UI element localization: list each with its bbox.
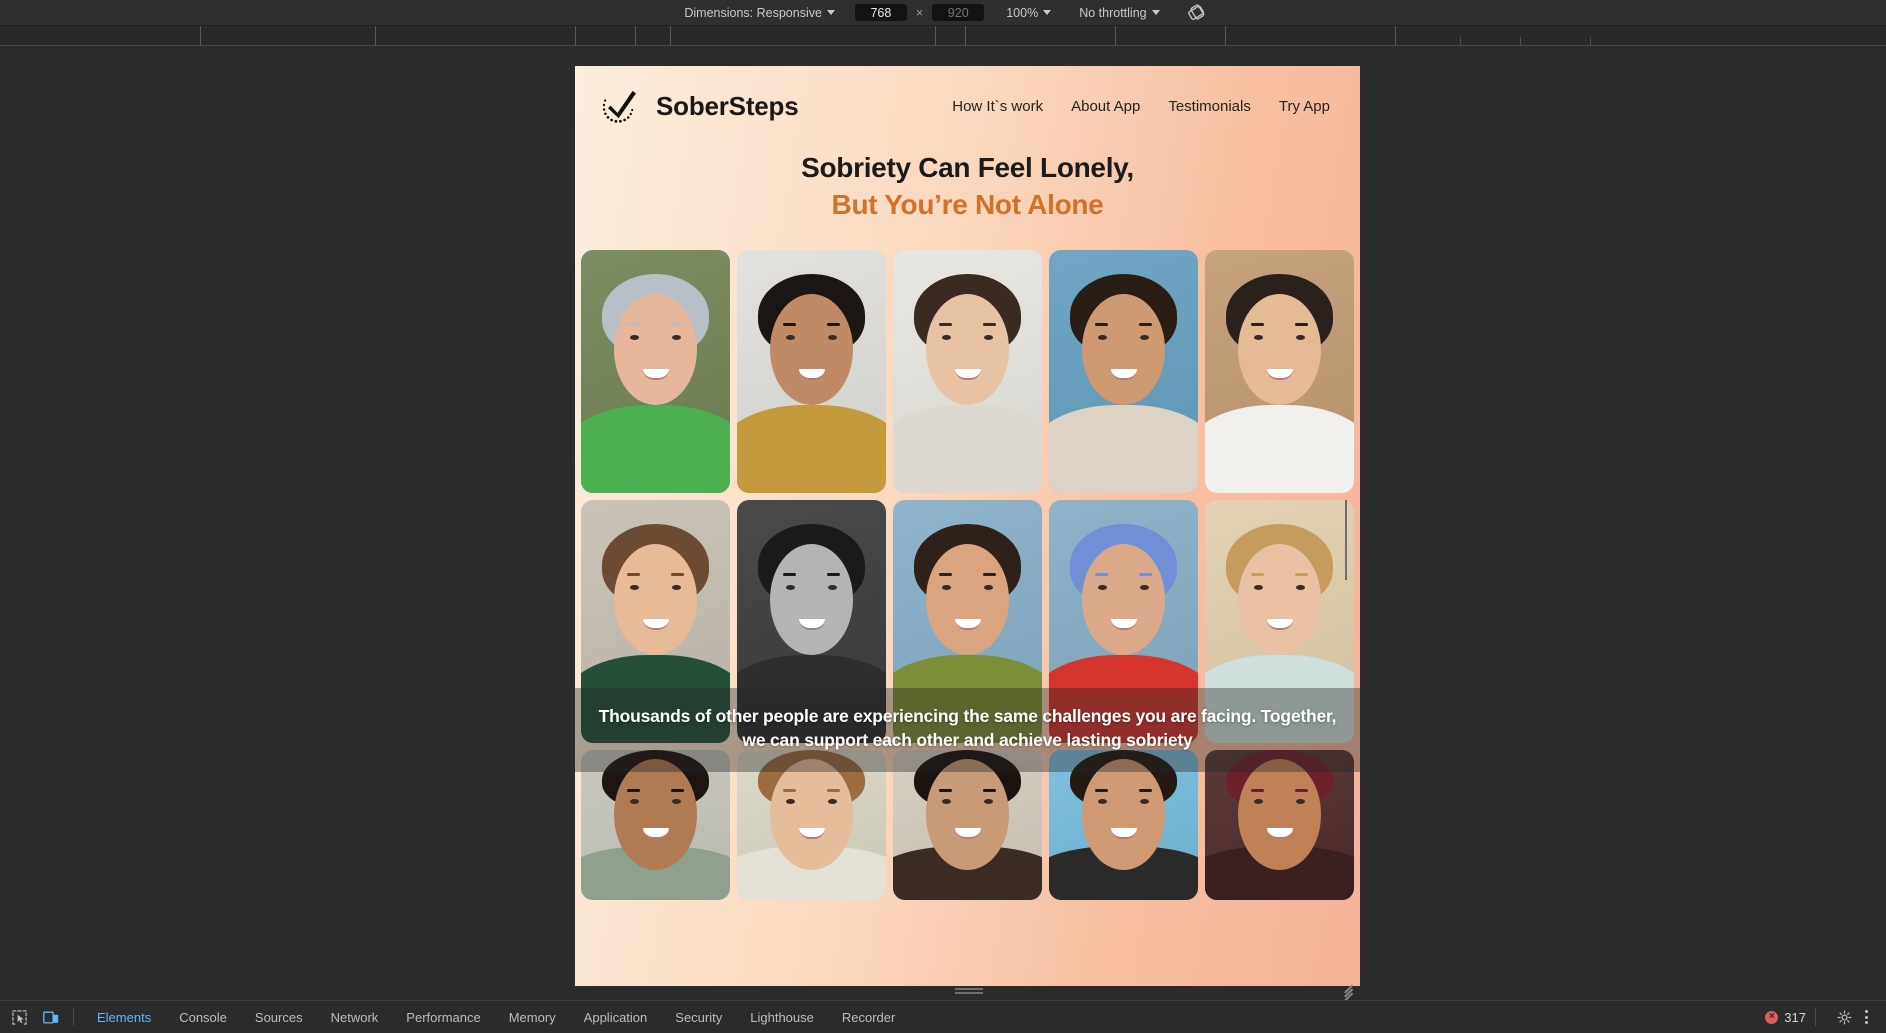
zoom-select[interactable]: 100% xyxy=(1000,4,1057,22)
gallery-photo xyxy=(581,249,730,493)
overlay-paragraph: Thousands of other people are experienci… xyxy=(598,705,1337,751)
error-count-label: 317 xyxy=(1784,1009,1806,1025)
device-toolbar-toggle-icon[interactable] xyxy=(38,1006,64,1028)
panel-tab-recorder[interactable]: Recorder xyxy=(828,1010,909,1025)
panel-tab-application[interactable]: Application xyxy=(570,1010,662,1025)
nav-link-about-app[interactable]: About App xyxy=(1071,98,1140,115)
panel-tab-network[interactable]: Network xyxy=(317,1010,393,1025)
chevron-down-icon xyxy=(826,10,835,15)
gallery-photo xyxy=(1205,249,1354,493)
panel-tab-memory[interactable]: Memory xyxy=(495,1010,570,1025)
kebab-menu-icon[interactable] xyxy=(1857,1006,1876,1028)
toolbar-divider xyxy=(73,1008,74,1026)
portrait-image xyxy=(893,249,1042,493)
portrait-image xyxy=(893,749,1042,900)
panel-tab-elements[interactable]: Elements xyxy=(83,1010,165,1025)
dimension-separator: × xyxy=(915,5,924,20)
sober-steps-landing-page: SoberSteps How It`s work About App Testi… xyxy=(575,66,1360,986)
dimensions-label: Dimensions: Responsive xyxy=(684,5,822,20)
panel-tab-lighthouse[interactable]: Lighthouse xyxy=(736,1010,828,1025)
device-viewport-frame: SoberSteps How It`s work About App Testi… xyxy=(575,66,1360,986)
nav-link-testimonials[interactable]: Testimonials xyxy=(1168,98,1251,115)
error-icon: × xyxy=(1765,1010,1779,1024)
gallery-photo xyxy=(1049,749,1198,900)
portrait-image xyxy=(1049,249,1198,493)
portrait-image xyxy=(581,249,730,493)
status-divider xyxy=(1815,1008,1816,1026)
dimensions-select[interactable]: Dimensions: Responsive xyxy=(678,4,841,22)
main-navigation: How It`s work About App Testimonials Try… xyxy=(952,98,1336,115)
gear-icon[interactable] xyxy=(1831,1006,1857,1028)
panel-tab-performance[interactable]: Performance xyxy=(392,1010,494,1025)
panel-tab-console[interactable]: Console xyxy=(165,1010,241,1025)
headline-line-2: But You’re Not Alone xyxy=(831,188,1104,220)
devtools-window: Dimensions: Responsive × 100% No throttl… xyxy=(0,0,1886,1033)
chevron-down-icon xyxy=(1151,10,1160,15)
viewport-ruler xyxy=(0,26,1886,46)
brand-logo[interactable]: SoberSteps xyxy=(599,84,799,128)
throttling-select[interactable]: No throttling xyxy=(1073,4,1165,22)
rotate-device-icon xyxy=(1188,4,1205,20)
gallery-photo xyxy=(581,749,730,900)
panel-tab-security[interactable]: Security xyxy=(661,1010,736,1025)
nav-link-try-app[interactable]: Try App xyxy=(1279,98,1330,115)
portrait-image xyxy=(737,749,886,900)
gallery-photo xyxy=(737,249,886,493)
hero-headline: Sobriety Can Feel Lonely, But You’re Not… xyxy=(575,150,1360,224)
gallery-photo xyxy=(737,749,886,900)
viewport-height-input[interactable] xyxy=(932,4,985,21)
gallery-photo xyxy=(1205,749,1354,900)
panel-tab-sources[interactable]: Sources xyxy=(241,1010,317,1025)
site-header: SoberSteps How It`s work About App Testi… xyxy=(575,66,1360,128)
nav-link-how-its-work[interactable]: How It`s work xyxy=(952,98,1043,115)
devtools-panel-bar: Elements Console Sources Network Performance… xyxy=(0,1000,1886,1033)
portrait-image xyxy=(1049,749,1198,900)
viewport-resize-handle-bottom[interactable] xyxy=(955,988,983,995)
gallery-photo xyxy=(893,249,1042,493)
throttling-label: No throttling xyxy=(1079,5,1147,20)
check-in-dotted-circle-icon xyxy=(599,84,643,128)
brand-name: SoberSteps xyxy=(656,90,799,121)
gallery-photo xyxy=(1049,249,1198,493)
rotate-device-button[interactable] xyxy=(1186,2,1208,24)
viewport-width-input[interactable] xyxy=(854,4,907,21)
portrait-image xyxy=(1205,249,1354,493)
chevron-down-icon xyxy=(1043,10,1052,15)
headline-line-1: Sobriety Can Feel Lonely, xyxy=(801,152,1134,183)
gallery-overlay-message: Thousands of other people are experienci… xyxy=(575,687,1360,773)
devtools-status-area: × 317 xyxy=(1765,1006,1886,1028)
inspect-element-icon[interactable] xyxy=(6,1006,32,1028)
error-count-badge[interactable]: × 317 xyxy=(1765,1010,1806,1025)
portrait-image xyxy=(737,249,886,493)
viewport-resize-handle-corner[interactable] xyxy=(1340,984,1356,1002)
viewport-resize-handle-right[interactable] xyxy=(1345,500,1351,580)
device-viewport: SoberSteps How It`s work About App Testi… xyxy=(575,66,1360,986)
gallery-photo xyxy=(893,749,1042,900)
portrait-image xyxy=(581,749,730,900)
portrait-image xyxy=(1205,749,1354,900)
device-emulation-toolbar: Dimensions: Responsive × 100% No throttl… xyxy=(0,0,1886,26)
zoom-label: 100% xyxy=(1006,5,1039,20)
panel-tab-list: Elements Console Sources Network Performance… xyxy=(83,1010,909,1025)
community-photo-gallery: Thousands of other people are experienci… xyxy=(575,249,1360,900)
